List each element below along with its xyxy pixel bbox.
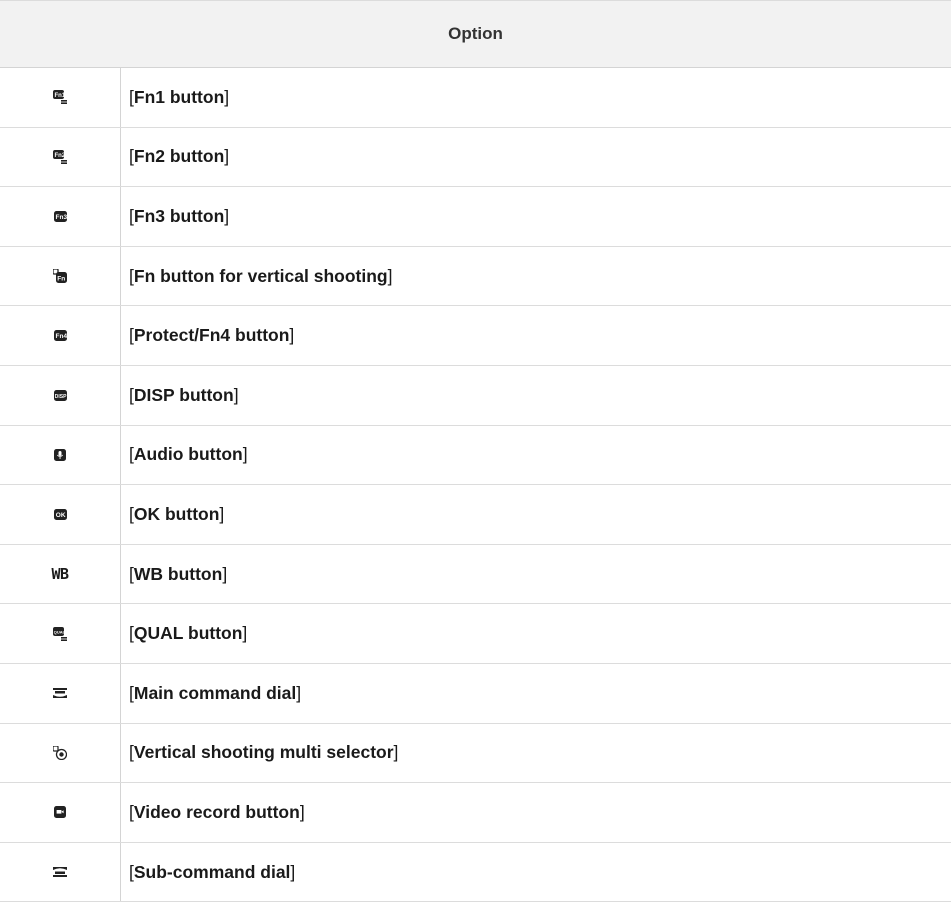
- table-row: Fn1 [Fn1 button]: [0, 68, 951, 128]
- row-label: Sub-command dial: [133, 861, 291, 882]
- row-label: Video record button: [133, 801, 300, 822]
- row-label: WB button: [133, 563, 223, 584]
- svg-text:QUAL: QUAL: [54, 629, 66, 634]
- table-row: WB [WB button]: [0, 544, 951, 605]
- row-label: Fn button for vertical shooting: [133, 265, 388, 286]
- row-label: Protect/Fn4 button: [133, 325, 290, 346]
- row-label: Fn3 button: [133, 205, 225, 226]
- table-row: [Sub-command dial]: [0, 842, 951, 903]
- fn3-button-icon: Fn3: [53, 210, 67, 222]
- audio-microphone-icon: [54, 448, 66, 461]
- svg-text:Fn2: Fn2: [55, 153, 66, 159]
- row-label: Vertical shooting multi selector: [133, 742, 394, 763]
- fn4-button-icon: Fn4: [53, 330, 67, 342]
- row-label: Audio button: [133, 444, 243, 465]
- table-row: [Audio button]: [0, 425, 951, 486]
- svg-text:Fn3: Fn3: [55, 214, 67, 221]
- disp-button-icon: DISP: [53, 389, 67, 401]
- table-row: Fn3 [Fn3 button]: [0, 187, 951, 247]
- row-label: Main command dial: [133, 682, 297, 703]
- table-row: [Video record button]: [0, 783, 951, 843]
- table-row: QUAL [QUAL button]: [0, 604, 951, 664]
- fn1-button-icon: Fn1: [53, 90, 67, 105]
- svg-text:DISP: DISP: [54, 394, 66, 400]
- svg-text:OK: OK: [55, 512, 65, 519]
- options-table: Option Fn1 [Fn1 button] Fn2 [Fn2 button]…: [0, 0, 951, 903]
- svg-text:Fn1: Fn1: [55, 93, 66, 99]
- row-label: OK button: [133, 503, 220, 524]
- row-label: QUAL button: [133, 623, 243, 644]
- main-command-dial-icon: [53, 688, 67, 699]
- svg-text:Fn: Fn: [57, 276, 65, 283]
- table-row: Fn2 [Fn2 button]: [0, 127, 951, 188]
- table-row: [Main command dial]: [0, 663, 951, 724]
- fn2-button-icon: Fn2: [53, 149, 67, 164]
- table-row: DISP [DISP button]: [0, 365, 951, 426]
- video-record-button-icon: [54, 806, 66, 819]
- wb-button-icon: WB: [51, 565, 69, 584]
- table-row: Fn4 [Protect/Fn4 button]: [0, 306, 951, 366]
- table-row: [Vertical shooting multi selector]: [0, 723, 951, 784]
- vertical-multi-selector-icon: [53, 745, 67, 760]
- svg-text:Fn4: Fn4: [55, 333, 67, 340]
- ok-button-icon: OK: [53, 508, 67, 520]
- qual-button-icon: QUAL: [53, 626, 67, 641]
- table-row: OK [OK button]: [0, 485, 951, 545]
- row-label: Fn1 button: [133, 86, 225, 107]
- vertical-fn-button-icon: Fn: [53, 269, 67, 284]
- table-row: Fn [Fn button for vertical shooting]: [0, 246, 951, 307]
- table-header-option: Option: [0, 0, 951, 68]
- sub-command-dial-icon: [53, 867, 67, 878]
- row-label: DISP button: [133, 384, 234, 405]
- row-label: Fn2 button: [133, 146, 225, 167]
